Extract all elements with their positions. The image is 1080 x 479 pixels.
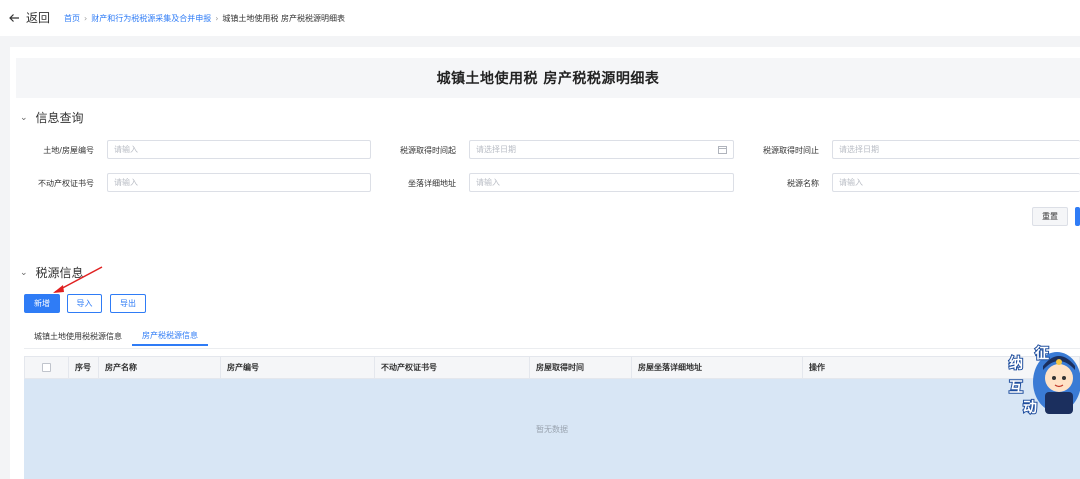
query-section-header[interactable]: ⌄ 信息查询 — [20, 109, 84, 126]
input-placeholder: 请输入 — [476, 178, 500, 187]
acquire-end-label: 税源取得时间止 — [763, 146, 819, 155]
land-house-id-input[interactable]: 请输入 — [107, 140, 371, 159]
land-house-id-label: 土地/房屋编号 — [43, 146, 94, 155]
input-placeholder: 请选择日期 — [476, 145, 516, 154]
calendar-icon — [718, 146, 727, 154]
breadcrumb-home[interactable]: 首页 — [64, 13, 80, 24]
input-placeholder: 请输入 — [839, 178, 863, 187]
column-header: 房产编号 — [221, 357, 375, 378]
empty-state-text: 暂无数据 — [536, 424, 568, 434]
breadcrumb-separator: › — [84, 14, 88, 23]
mascot-char-4: 动 — [1023, 399, 1037, 416]
breadcrumb-current: 城镇土地使用税 房产税税源明细表 — [222, 14, 345, 23]
back-label: 返回 — [26, 11, 51, 25]
export-button[interactable]: 导出 — [110, 294, 146, 313]
import-button[interactable]: 导入 — [67, 294, 102, 313]
column-header: 序号 — [69, 357, 99, 378]
source-name-label: 税源名称 — [787, 179, 819, 188]
source-tabs: 城镇土地使用税税源信息 房产税税源信息 — [24, 326, 208, 348]
column-header: 房产名称 — [99, 357, 221, 378]
breadcrumb-separator: › — [215, 14, 219, 23]
chevron-down-icon: ⌄ — [20, 112, 28, 123]
breadcrumb: 首页 › 财产和行为税税源采集及合并申报 › 城镇土地使用税 房产税税源明细表 — [64, 13, 345, 24]
input-placeholder: 请输入 — [114, 178, 138, 187]
add-button[interactable]: 新增 — [24, 294, 60, 313]
mascot-char-2: 纳 — [1009, 355, 1023, 372]
property-tax-table: 序号 房产名称 房产编号 不动产权证书号 房屋取得时间 房屋坐落详细地址 操作 … — [24, 356, 1080, 479]
page-title: 城镇土地使用税 房产税税源明细表 — [436, 71, 660, 87]
source-name-input[interactable]: 请输入 — [832, 173, 1080, 192]
address-label: 坐落详细地址 — [408, 179, 456, 188]
top-bar: 返回 首页 › 财产和行为税税源采集及合并申报 › 城镇土地使用税 房产税税源明… — [0, 0, 1080, 36]
select-all-cell — [25, 357, 69, 378]
column-header: 不动产权证书号 — [375, 357, 530, 378]
search-button[interactable] — [1075, 207, 1080, 226]
reset-button[interactable]: 重置 — [1032, 207, 1068, 226]
mascot-char-3: 互 — [1009, 380, 1023, 396]
tabs-divider — [24, 348, 1080, 349]
address-input[interactable]: 请输入 — [469, 173, 734, 192]
table-body: 暂无数据 — [24, 379, 1080, 479]
breadcrumb-collection[interactable]: 财产和行为税税源采集及合并申报 — [91, 13, 211, 24]
acquire-start-label: 税源取得时间起 — [400, 146, 456, 155]
chevron-down-icon: ⌄ — [20, 267, 28, 278]
annotation-arrow — [53, 266, 103, 293]
column-header: 房屋坐落详细地址 — [632, 357, 803, 378]
input-placeholder: 请选择日期 — [839, 145, 879, 154]
page-title-bar: 城镇土地使用税 房产税税源明细表 — [16, 58, 1080, 98]
column-header: 房屋取得时间 — [530, 357, 632, 378]
query-section-title: 信息查询 — [35, 111, 84, 125]
tab-land-use-tax[interactable]: 城镇土地使用税税源信息 — [24, 326, 132, 346]
table-header: 序号 房产名称 房产编号 不动产权证书号 房屋取得时间 房屋坐落详细地址 操作 — [24, 356, 1080, 379]
arrow-left-icon — [9, 13, 19, 22]
tab-property-tax[interactable]: 房产税税源信息 — [132, 326, 208, 346]
acquire-start-date-picker[interactable]: 请选择日期 — [469, 140, 734, 159]
mascot-char-1: 征 — [1035, 345, 1049, 362]
input-placeholder: 请输入 — [114, 145, 138, 154]
property-cert-input[interactable]: 请输入 — [107, 173, 371, 192]
select-all-checkbox[interactable] — [42, 363, 51, 372]
property-cert-label: 不动产权证书号 — [38, 179, 94, 188]
mascot-badge[interactable]: 征 纳 互 动 — [1005, 340, 1080, 420]
back-button[interactable]: 返回 — [8, 9, 50, 26]
acquire-end-date-picker[interactable]: 请选择日期 — [832, 140, 1080, 159]
